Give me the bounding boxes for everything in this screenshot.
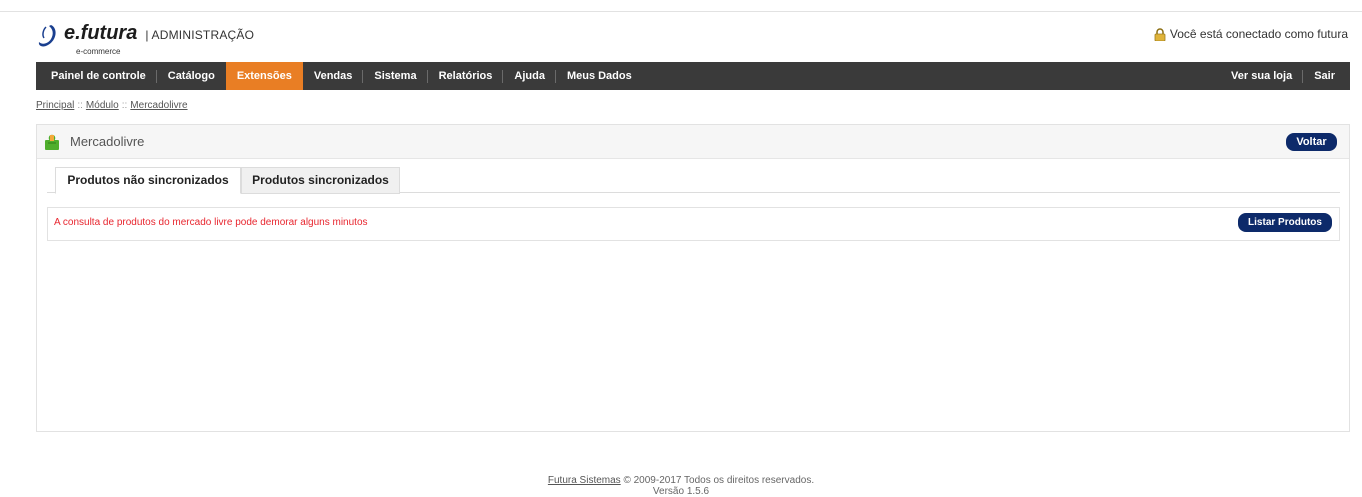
- footer-version: Versão 1.5.6: [652, 486, 710, 497]
- menu-item-sistema[interactable]: Sistema: [363, 62, 428, 90]
- breadcrumb-mercadolivre[interactable]: Mercadolivre: [130, 100, 187, 111]
- menu-item-meus-dados[interactable]: Meus Dados: [556, 62, 643, 90]
- header: e.futura e-commerce | ADMINISTRAÇÃO Você…: [36, 22, 1350, 56]
- puzzle-icon: [45, 134, 59, 150]
- tab-bar: Produtos não sincronizados Produtos sinc…: [47, 167, 1340, 194]
- breadcrumb-separator: ::: [121, 100, 128, 111]
- menu-item-vendas[interactable]: Vendas: [303, 62, 364, 90]
- list-products-button[interactable]: Listar Produtos: [1238, 213, 1332, 232]
- back-button[interactable]: Voltar: [1286, 133, 1337, 151]
- module-panel: Mercadolivre Voltar Produtos não sincron…: [36, 124, 1350, 432]
- logo-subtitle: e-commerce: [76, 47, 121, 56]
- breadcrumb-principal[interactable]: Principal: [36, 100, 74, 111]
- panel-header: Mercadolivre Voltar: [37, 125, 1349, 159]
- menu-item-relatorios[interactable]: Relatórios: [428, 62, 504, 90]
- main-menu: Painel de controle Catálogo Extensões Ve…: [36, 62, 1350, 90]
- footer-company-link[interactable]: Futura Sistemas: [548, 475, 621, 486]
- breadcrumb: Principal:: Módulo:: Mercadolivre: [36, 100, 188, 111]
- efutura-logo-icon: [38, 25, 56, 47]
- menu-item-ajuda[interactable]: Ajuda: [503, 62, 556, 90]
- menu-item-extensoes[interactable]: Extensões: [225, 62, 303, 90]
- connected-text: Você está conectado como futura: [1169, 27, 1348, 41]
- tab-sincronizados[interactable]: Produtos sincronizados: [241, 167, 400, 194]
- panel-title: Mercadolivre: [70, 134, 145, 149]
- menu-item-sair[interactable]: Sair: [1303, 62, 1346, 90]
- tab-nao-sincronizados[interactable]: Produtos não sincronizados: [55, 167, 241, 194]
- lock-icon: [1154, 27, 1166, 41]
- info-message: A consulta de produtos do mercado livre …: [54, 217, 368, 228]
- top-divider: [0, 11, 1362, 12]
- menu-item-ver-loja[interactable]: Ver sua loja: [1220, 62, 1304, 90]
- breadcrumb-separator: ::: [77, 100, 83, 111]
- menu-item-catalogo[interactable]: Catálogo: [157, 62, 226, 90]
- menu-item-painel[interactable]: Painel de controle: [40, 62, 157, 90]
- logo[interactable]: e.futura e-commerce | ADMINISTRAÇÃO: [36, 22, 255, 56]
- connected-status: Você está conectado como futura: [1154, 27, 1348, 41]
- footer-rights: © 2009-2017 Todos os direitos reservados…: [623, 475, 815, 486]
- logo-brand: e.futura e-commerce: [64, 23, 137, 56]
- breadcrumb-modulo[interactable]: Módulo: [86, 100, 119, 111]
- footer: Futura Sistemas © 2009-2017 Todos os dir…: [0, 475, 1362, 497]
- admin-label: | ADMINISTRAÇÃO: [145, 28, 255, 42]
- tab-content: A consulta de produtos do mercado livre …: [47, 207, 1340, 241]
